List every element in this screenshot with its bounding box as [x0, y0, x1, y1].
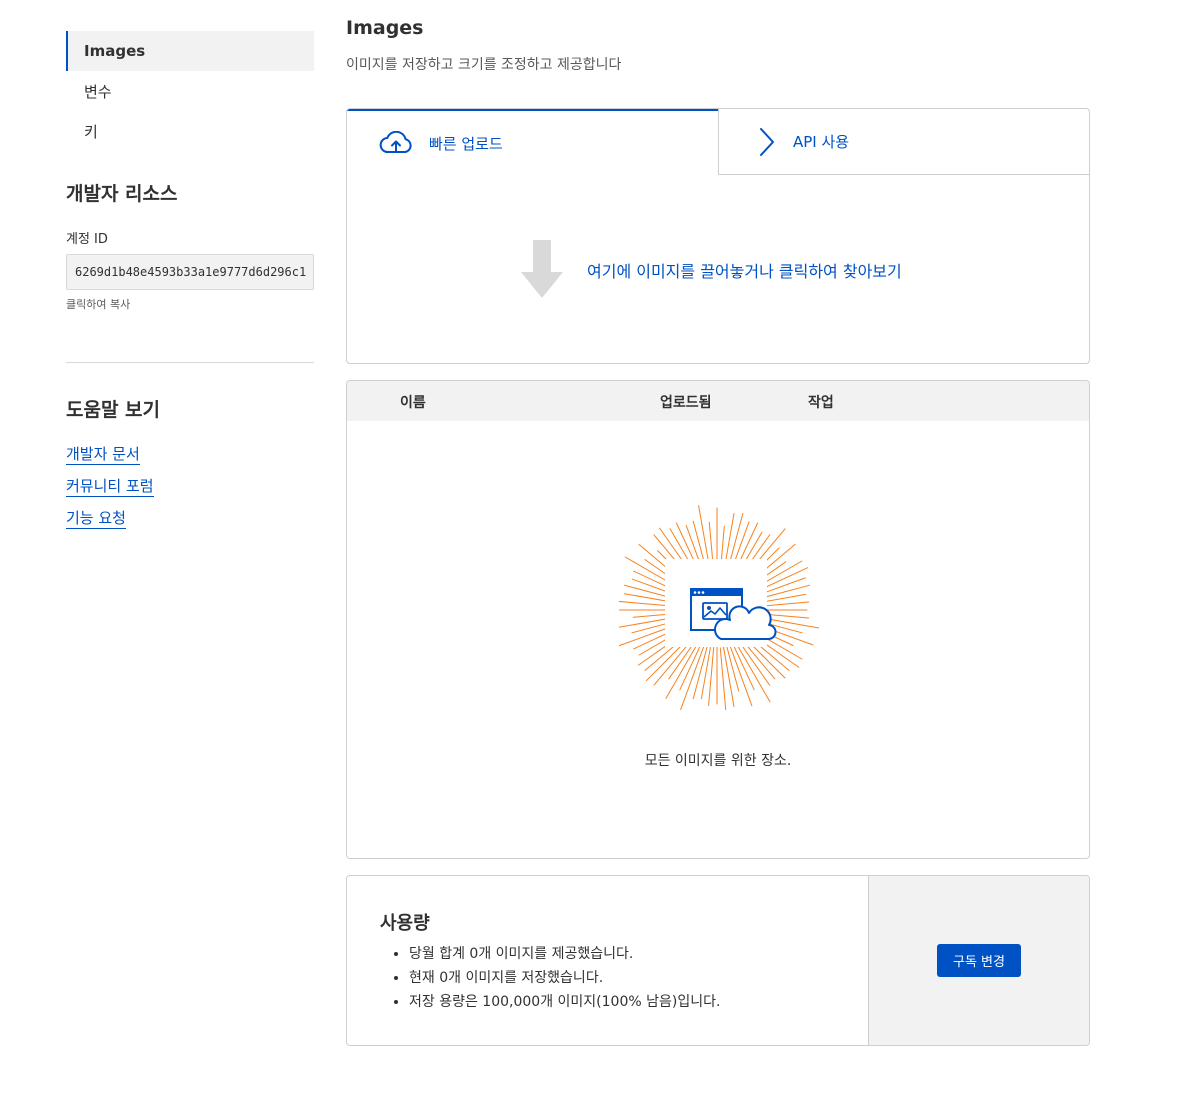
tab-quick-upload[interactable]: 빠른 업로드: [347, 109, 719, 175]
account-id-copy-field[interactable]: 6269d1b48e4593b33a1e9777d6d296c1: [66, 254, 314, 290]
arrow-down-icon: [519, 238, 565, 304]
usage-capacity-item: 저장 용량은 100,000개 이미지(100% 남음)입니다.: [409, 990, 720, 1014]
usage-summary: 사용량 당월 합계 0개 이미지를 제공했습니다. 현재 0개 이미지를 저장했…: [347, 876, 868, 1045]
column-header-uploaded[interactable]: 업로드됨: [660, 392, 712, 412]
page-title: Images: [346, 17, 424, 39]
drop-zone-text: 여기에 이미지를 끌어놓거나 클릭하여 찾아보기: [587, 262, 902, 281]
help-heading: 도움말 보기: [66, 399, 161, 421]
chevron-right-icon: [757, 127, 793, 157]
empty-state-illustration: [616, 505, 822, 719]
page-subtitle: 이미지를 저장하고 크기를 조정하고 제공합니다: [346, 57, 622, 73]
usage-action-panel: 구독 변경: [868, 876, 1089, 1045]
copy-hint: 클릭하여 복사: [66, 298, 131, 311]
feature-request-link[interactable]: 기능 요청: [66, 508, 126, 529]
help-links: 개발자 문서 커뮤니티 포럼 기능 요청: [66, 444, 314, 529]
column-header-name[interactable]: 이름: [400, 392, 426, 412]
usage-card: 사용량 당월 합계 0개 이미지를 제공했습니다. 현재 0개 이미지를 저장했…: [346, 875, 1090, 1046]
sidebar-item-variables[interactable]: 변수: [66, 71, 314, 111]
change-subscription-button[interactable]: 구독 변경: [937, 944, 1021, 977]
usage-served-item: 당월 합계 0개 이미지를 제공했습니다.: [409, 942, 720, 966]
developer-resources-heading: 개발자 리소스: [66, 183, 178, 205]
tab-use-api[interactable]: API 사용: [718, 109, 1089, 175]
table-header: 이름 업로드됨 작업: [347, 381, 1089, 421]
image-drop-zone[interactable]: 여기에 이미지를 끌어놓거나 클릭하여 찾아보기: [347, 176, 1089, 363]
images-table: 이름 업로드됨 작업 모든 이미지를 위한 장소.: [346, 380, 1090, 859]
usage-heading: 사용량: [380, 913, 430, 934]
account-id-label: 계정 ID: [66, 232, 108, 247]
sunburst-ray: [730, 640, 755, 691]
community-forum-link[interactable]: 커뮤니티 포럼: [66, 476, 154, 497]
tab-use-api-label: API 사용: [793, 133, 850, 151]
sidebar-nav: Images 변수 키: [66, 31, 314, 151]
sidebar-item-images[interactable]: Images: [66, 31, 314, 71]
column-header-actions: 작업: [808, 395, 834, 411]
developer-docs-link[interactable]: 개발자 문서: [66, 444, 140, 465]
empty-state-text: 모든 이미지를 위한 장소.: [644, 753, 792, 769]
tab-quick-upload-label: 빠른 업로드: [429, 134, 503, 153]
sidebar-item-keys[interactable]: 키: [66, 111, 314, 151]
cloud-upload-icon: [379, 131, 429, 155]
sunburst-ray: [700, 646, 711, 700]
upload-card: 빠른 업로드 API 사용 여기에 이미지를 끌어놓거나 클릭하여 찾아보기: [346, 108, 1090, 364]
usage-stored-item: 현재 0개 이미지를 저장했습니다.: [409, 966, 720, 990]
sidebar-divider: [66, 362, 314, 363]
usage-list: 당월 합계 0개 이미지를 제공했습니다. 현재 0개 이미지를 저장했습니다.…: [409, 942, 720, 1014]
sidebar: Images 변수 키 개발자 리소스 계정 ID 6269d1b48e4593…: [66, 31, 314, 540]
